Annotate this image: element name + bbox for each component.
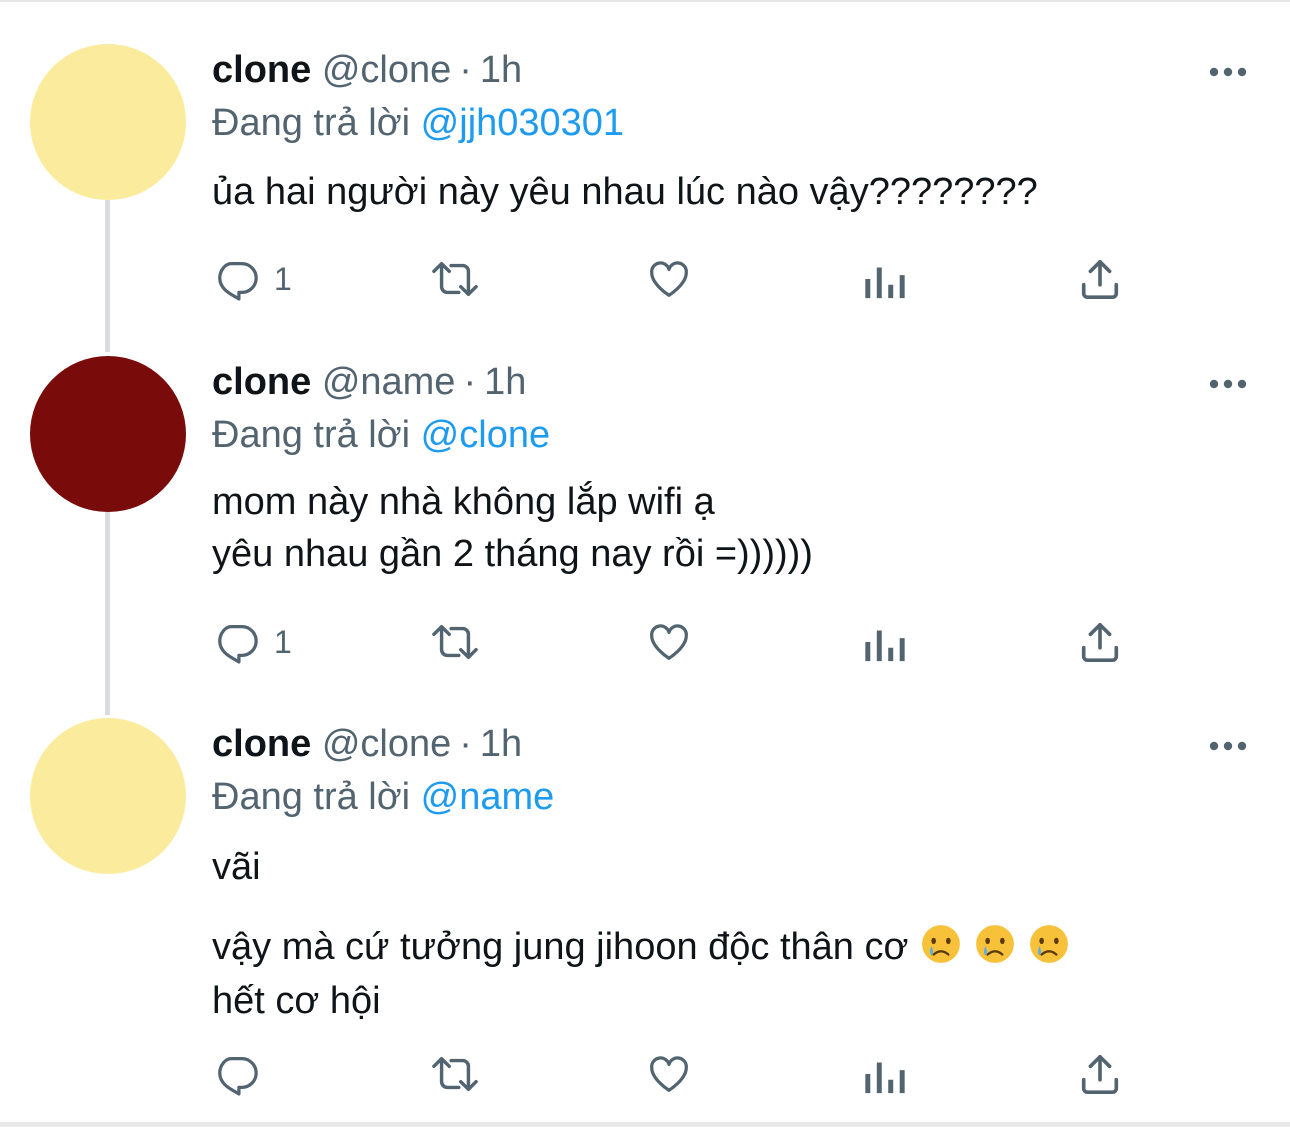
- action-bar: 1: [0, 614, 1290, 670]
- tweet-text: mom này nhà không lắp wifi ạ yêu nhau gầ…: [212, 476, 813, 580]
- analytics-button[interactable]: [864, 614, 906, 670]
- tweet-text-line: mom này nhà không lắp wifi ạ: [212, 481, 715, 523]
- replying-to-label: Đang trả lời: [212, 414, 411, 456]
- reply-count: 1: [274, 260, 292, 297]
- timestamp[interactable]: 1h: [484, 361, 526, 403]
- heart-icon: [650, 624, 688, 660]
- mention-link[interactable]: @name: [421, 776, 555, 818]
- tweet-text-line: vậy mà cứ tưởng jung jihoon độc thân cơ: [212, 920, 1070, 974]
- tweet-text-line: ủa hai người này yêu nhau lúc nào vậy???…: [212, 171, 1038, 213]
- tweet-text-line: vãi: [212, 846, 261, 888]
- reply-icon: [218, 1057, 258, 1096]
- display-name[interactable]: clone: [212, 723, 311, 765]
- tweet-header: clone @clone · 1h: [212, 721, 522, 767]
- tweet-text: vãi vậy mà cứ tưởng jung jihoon độc thân…: [212, 840, 1070, 1028]
- tweet-text: ủa hai người này yêu nhau lúc nào vậy???…: [212, 167, 1038, 217]
- top-divider: [0, 0, 1290, 2]
- analytics-icon: [865, 267, 905, 299]
- share-icon: [1081, 1054, 1119, 1095]
- more-icon[interactable]: [1208, 374, 1248, 394]
- timestamp[interactable]: 1h: [480, 49, 522, 91]
- avatar[interactable]: [30, 44, 186, 200]
- action-bar: 1: [0, 251, 1290, 307]
- crying-face-emoji: [922, 925, 961, 963]
- retweet-button[interactable]: [428, 614, 482, 670]
- replying-to-label: Đang trả lời: [212, 776, 411, 818]
- crying-face-emoji: [1030, 925, 1069, 963]
- more-icon[interactable]: [1208, 736, 1248, 756]
- avatar[interactable]: [30, 718, 186, 874]
- mention-link[interactable]: @jjh030301: [421, 102, 624, 144]
- display-name[interactable]: clone: [212, 361, 311, 403]
- reply-icon: [218, 262, 258, 301]
- retweet-icon: [432, 624, 478, 660]
- retweet-icon: [432, 1056, 478, 1092]
- user-handle[interactable]: @clone: [322, 49, 451, 91]
- user-handle[interactable]: @clone: [322, 723, 451, 765]
- separator-dot: ·: [459, 723, 472, 765]
- reply-icon: [218, 625, 258, 664]
- mention-link[interactable]: @clone: [421, 414, 550, 456]
- analytics-button[interactable]: [864, 251, 906, 307]
- tweet-text-line: yêu nhau gần 2 tháng nay rồi =)))))): [212, 533, 813, 575]
- share-button[interactable]: [1077, 1046, 1123, 1102]
- tweet-header: clone @name · 1h: [212, 359, 526, 405]
- analytics-icon: [865, 1062, 905, 1094]
- action-bar: [0, 1046, 1290, 1102]
- replying-to: Đang trả lời @jjh030301: [212, 100, 624, 146]
- like-button[interactable]: [645, 1046, 693, 1102]
- share-icon: [1081, 259, 1119, 300]
- retweet-icon: [432, 261, 478, 297]
- timestamp[interactable]: 1h: [480, 723, 522, 765]
- retweet-button[interactable]: [428, 1046, 482, 1102]
- replying-to: Đang trả lời @clone: [212, 412, 550, 458]
- share-icon: [1081, 622, 1119, 663]
- tweet-text-line: hết cơ hội: [212, 980, 381, 1022]
- analytics-button[interactable]: [864, 1046, 906, 1102]
- reply-button[interactable]: 1: [214, 614, 292, 670]
- retweet-button[interactable]: [428, 251, 482, 307]
- analytics-icon: [865, 630, 905, 662]
- reply-button[interactable]: [214, 1046, 260, 1102]
- bottom-divider: [0, 1122, 1290, 1127]
- share-button[interactable]: [1077, 251, 1123, 307]
- heart-icon: [650, 261, 688, 297]
- separator-dot: ·: [463, 361, 477, 403]
- display-name[interactable]: clone: [212, 49, 311, 91]
- tweet-header: clone @clone · 1h: [212, 47, 522, 93]
- replying-to: Đang trả lời @name: [212, 774, 554, 820]
- replying-to-label: Đang trả lời: [212, 102, 411, 144]
- user-handle[interactable]: @name: [322, 361, 456, 403]
- reply-count: 1: [274, 623, 292, 660]
- crying-face-emoji: [976, 925, 1015, 963]
- heart-icon: [650, 1056, 688, 1092]
- more-icon[interactable]: [1208, 62, 1248, 82]
- like-button[interactable]: [645, 614, 693, 670]
- avatar[interactable]: [30, 356, 186, 512]
- share-button[interactable]: [1077, 614, 1123, 670]
- separator-dot: ·: [459, 49, 472, 91]
- tweet-text-segment: vậy mà cứ tưởng jung jihoon độc thân cơ: [212, 926, 909, 968]
- like-button[interactable]: [645, 251, 693, 307]
- reply-button[interactable]: 1: [214, 251, 292, 307]
